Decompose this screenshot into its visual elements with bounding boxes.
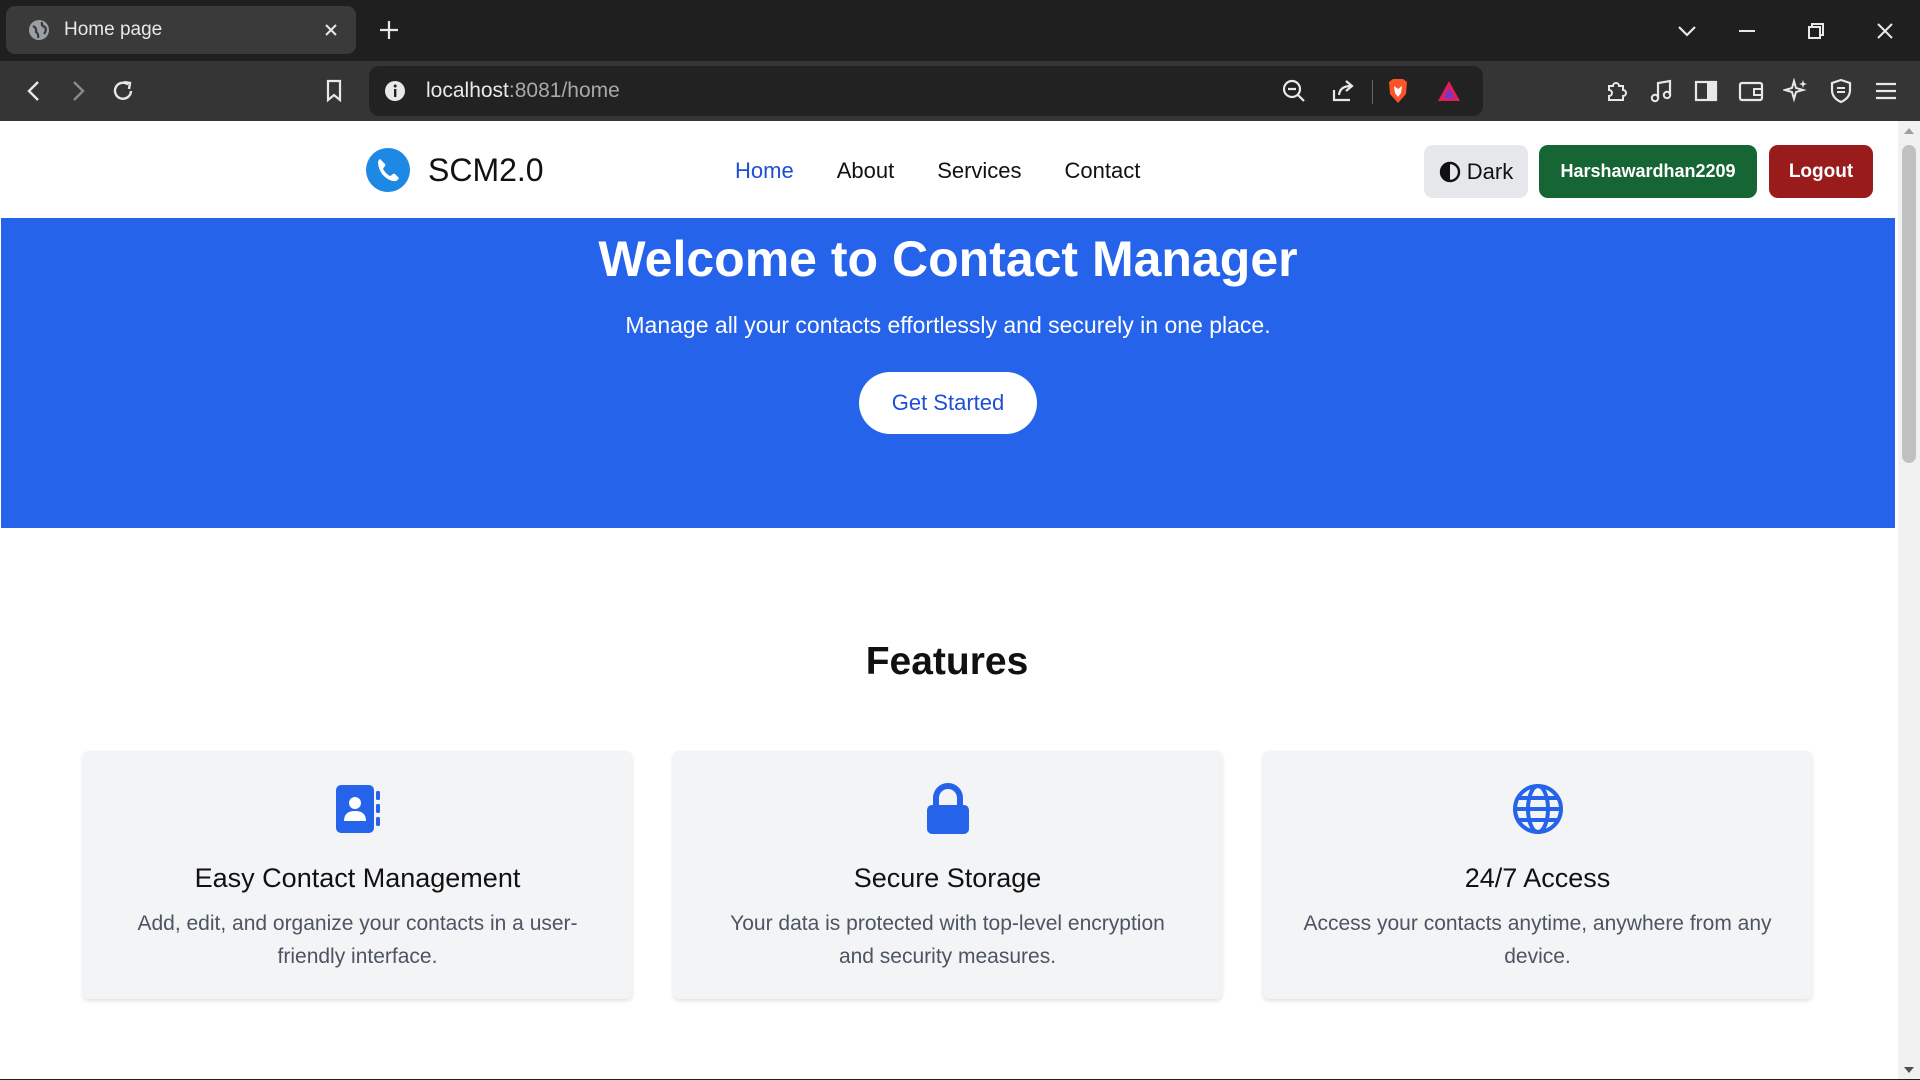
feature-card-access: 24/7 Access Access your contacts anytime… xyxy=(1263,751,1812,999)
page-scrollbar[interactable] xyxy=(1898,121,1920,1080)
brand-name: SCM2.0 xyxy=(428,151,544,188)
back-icon[interactable] xyxy=(18,75,50,107)
sidebar-toggle-icon[interactable] xyxy=(1690,75,1722,107)
feature-title: Secure Storage xyxy=(853,863,1042,893)
dark-mode-label: Dark xyxy=(1466,158,1514,184)
scroll-up-arrow-icon[interactable] xyxy=(1903,125,1915,137)
brave-shields-icon[interactable] xyxy=(1384,77,1412,105)
page-viewport: SCM2.0 Home About Services Contact Dark … xyxy=(0,121,1898,1079)
vpn-shield-icon[interactable] xyxy=(1825,75,1857,107)
half-circle-theme-icon xyxy=(1439,161,1460,182)
url-host: localhost xyxy=(426,79,509,102)
address-bar[interactable]: localhost:8081/home xyxy=(369,66,1483,116)
restore-icon[interactable] xyxy=(1801,16,1831,46)
wallet-icon[interactable] xyxy=(1735,75,1767,107)
feature-card-contact-management: Easy Contact Management Add, edit, and o… xyxy=(83,751,632,999)
brave-rewards-icon[interactable] xyxy=(1435,77,1463,105)
nav-link-about[interactable]: About xyxy=(837,158,895,184)
share-icon[interactable] xyxy=(1329,77,1357,105)
lock-icon xyxy=(926,783,969,834)
media-music-icon[interactable] xyxy=(1645,75,1677,107)
dark-mode-toggle-button[interactable]: Dark xyxy=(1424,145,1528,198)
scroll-down-arrow-icon[interactable] xyxy=(1903,1064,1915,1076)
hero-section: Welcome to Contact Manager Manage all yo… xyxy=(1,218,1895,528)
extensions-icon[interactable] xyxy=(1600,75,1632,107)
phone-logo-icon xyxy=(366,148,410,192)
tab-search-chevron-icon[interactable] xyxy=(1672,16,1702,46)
feature-title: 24/7 Access xyxy=(1464,863,1611,893)
site-navbar: SCM2.0 Home About Services Contact Dark … xyxy=(0,121,1898,218)
feature-description: Your data is protected with top-level en… xyxy=(730,912,1165,968)
user-profile-button[interactable]: Harshawardhan2209 xyxy=(1539,145,1757,198)
browser-toolbar: localhost:8081/home xyxy=(0,61,1920,121)
new-tab-plus-icon[interactable] xyxy=(376,17,402,43)
url-path: :8081/home xyxy=(508,79,620,102)
minimize-icon[interactable] xyxy=(1732,16,1762,46)
scrollbar-thumb[interactable] xyxy=(1902,145,1916,463)
browser-tab-strip: Home page xyxy=(0,0,1920,61)
leo-ai-icon[interactable] xyxy=(1780,75,1812,107)
tab-title: Home page xyxy=(64,19,163,40)
nav-link-contact[interactable]: Contact xyxy=(1065,158,1141,184)
site-info-icon[interactable] xyxy=(384,80,406,102)
browser-tab[interactable]: Home page xyxy=(6,6,356,54)
feature-description: Add, edit, and organize your contacts in… xyxy=(137,912,578,968)
main-nav: Home About Services Contact xyxy=(735,158,1183,184)
feature-title: Easy Contact Management xyxy=(194,863,521,893)
globe-favicon-icon xyxy=(29,20,49,40)
address-book-icon xyxy=(335,785,380,833)
forward-icon[interactable] xyxy=(62,75,94,107)
hero-title: Welcome to Contact Manager xyxy=(598,231,1298,287)
features-heading: Features xyxy=(865,640,1029,683)
url-text[interactable]: localhost:8081/home xyxy=(426,79,620,103)
close-tab-icon[interactable] xyxy=(320,19,342,41)
address-bar-separator xyxy=(1372,80,1373,104)
nav-link-services[interactable]: Services xyxy=(937,158,1021,184)
close-window-icon[interactable] xyxy=(1870,16,1900,46)
feature-card-secure-storage: Secure Storage Your data is protected wi… xyxy=(673,751,1222,999)
main-menu-icon[interactable] xyxy=(1870,75,1902,107)
globe-icon xyxy=(1512,784,1563,834)
bookmark-icon[interactable] xyxy=(318,75,350,107)
brand-logo-link[interactable]: SCM2.0 xyxy=(366,148,544,192)
reload-icon[interactable] xyxy=(107,75,139,107)
get-started-button[interactable]: Get Started xyxy=(859,372,1037,434)
logout-button[interactable]: Logout xyxy=(1769,145,1873,198)
feature-description: Access your contacts anytime, anywhere f… xyxy=(1303,912,1772,968)
zoom-out-icon[interactable] xyxy=(1280,77,1308,105)
nav-link-home[interactable]: Home xyxy=(735,158,794,184)
hero-subtitle: Manage all your contacts effortlessly an… xyxy=(625,312,1271,338)
